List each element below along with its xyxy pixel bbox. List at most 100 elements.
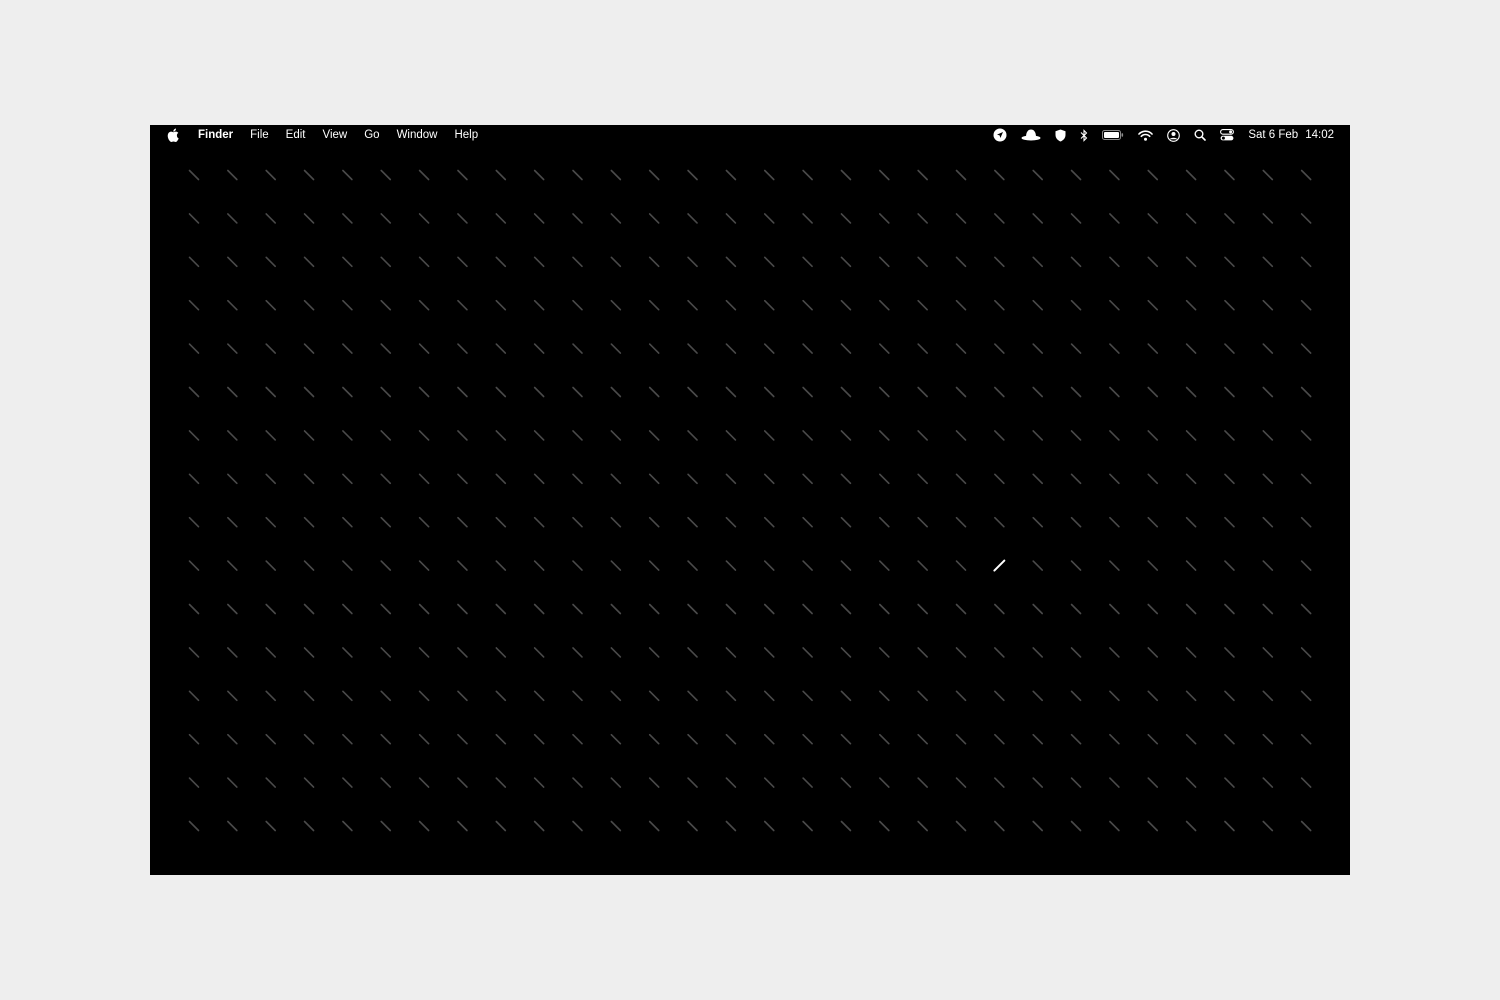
pattern-stroke [687, 343, 698, 354]
pattern-stroke [1147, 733, 1159, 745]
pattern-stroke [418, 169, 430, 181]
pattern-stroke [418, 430, 430, 441]
pattern-stroke [533, 430, 545, 441]
pattern-stroke [917, 603, 928, 615]
pattern-stroke [265, 690, 276, 702]
pattern-stroke [725, 213, 737, 224]
pattern-stroke [380, 820, 392, 832]
pattern-stroke [610, 603, 622, 615]
pattern-stroke [1109, 733, 1120, 745]
pattern-stroke [840, 603, 852, 615]
pattern-stroke [457, 690, 468, 702]
pattern-stroke [1262, 430, 1274, 441]
pattern-stroke [840, 169, 852, 181]
pattern-stroke [457, 169, 468, 181]
menu-file[interactable]: File [250, 125, 269, 145]
pattern-stroke [878, 473, 890, 485]
pattern-stroke [227, 343, 238, 354]
pattern-stroke [763, 820, 775, 832]
pattern-stroke [917, 430, 928, 441]
pattern-stroke [1032, 386, 1044, 398]
pattern-stroke [955, 213, 967, 224]
pattern-stroke [725, 647, 737, 658]
pattern-stroke [188, 473, 200, 485]
pattern-stroke [648, 560, 660, 571]
pattern-stroke [1032, 690, 1044, 702]
pattern-stroke [380, 733, 392, 745]
pattern-stroke [1185, 647, 1197, 658]
pattern-stroke [878, 603, 890, 615]
menu-view[interactable]: View [323, 125, 348, 145]
pattern-stroke [572, 473, 583, 485]
pattern-stroke [1032, 820, 1044, 832]
pattern-stroke [1300, 473, 1312, 485]
pattern-stroke [265, 213, 276, 224]
menu-app-name[interactable]: Finder [198, 125, 233, 145]
pattern-stroke [994, 516, 1005, 528]
pattern-stroke [380, 603, 392, 615]
pattern-stroke [1109, 343, 1120, 354]
battery-icon[interactable] [1102, 125, 1124, 145]
location-arrow-icon[interactable] [993, 125, 1007, 145]
pattern-stroke [687, 820, 698, 832]
pattern-stroke [994, 820, 1005, 832]
pattern-stroke [1147, 603, 1159, 615]
shield-icon[interactable] [1055, 125, 1066, 145]
pattern-stroke [1224, 473, 1235, 485]
pattern-stroke [1109, 386, 1120, 398]
pattern-stroke [1224, 733, 1235, 745]
pattern-stroke [955, 430, 967, 441]
pattern-stroke [572, 820, 583, 832]
pattern-stroke [1032, 647, 1044, 658]
wifi-icon[interactable] [1138, 125, 1154, 145]
pattern-stroke [457, 733, 468, 745]
menu-window[interactable]: Window [397, 125, 438, 145]
pattern-stroke [1262, 647, 1274, 658]
pattern-stroke [955, 647, 967, 658]
pattern-stroke [687, 169, 698, 181]
pattern-stroke [610, 516, 622, 528]
pattern-stroke [1262, 213, 1274, 224]
menu-bar-clock[interactable]: Sat 6 Feb 14:02 [1248, 125, 1334, 145]
menu-help[interactable]: Help [454, 125, 478, 145]
pattern-stroke [265, 169, 276, 181]
control-center-icon[interactable] [1220, 125, 1235, 145]
pattern-stroke [763, 603, 775, 615]
bluetooth-icon[interactable] [1080, 125, 1088, 145]
pattern-stroke [495, 516, 507, 528]
user-account-icon[interactable] [1167, 125, 1181, 145]
pattern-stroke [303, 603, 315, 615]
pattern-stroke [802, 733, 813, 745]
pattern-stroke [1185, 733, 1197, 745]
apple-logo-icon[interactable] [166, 125, 180, 145]
pattern-stroke [1109, 560, 1120, 571]
pattern-stroke [1109, 256, 1120, 268]
pattern-stroke [188, 430, 200, 441]
pattern-stroke [994, 430, 1005, 441]
spotlight-search-icon[interactable] [1194, 125, 1207, 145]
pattern-stroke [878, 820, 890, 832]
pattern-stroke [380, 647, 392, 658]
pattern-stroke [1185, 343, 1197, 354]
pattern-stroke [1147, 690, 1159, 702]
pattern-stroke [1070, 647, 1082, 658]
menu-bar-status-area: Sat 6 Feb 14:02 [993, 125, 1334, 145]
pattern-stroke [840, 430, 852, 441]
pattern-stroke [1185, 169, 1197, 181]
pattern-stroke [1070, 343, 1082, 354]
menu-edit[interactable]: Edit [286, 125, 306, 145]
pattern-stroke [227, 430, 238, 441]
pattern-stroke [1224, 343, 1235, 354]
pattern-stroke [917, 386, 928, 398]
pattern-stroke [763, 256, 775, 268]
pattern-stroke [878, 777, 890, 788]
menu-go[interactable]: Go [364, 125, 379, 145]
pattern-stroke [380, 256, 392, 268]
pattern-stroke [1262, 516, 1274, 528]
menu-bar-left: Finder File Edit View Go Window Help [166, 125, 495, 145]
pattern-stroke [917, 777, 928, 788]
hat-icon[interactable] [1021, 125, 1041, 145]
pattern-stroke [188, 343, 200, 354]
pattern-stroke [227, 386, 238, 398]
pattern-stroke [687, 603, 698, 615]
